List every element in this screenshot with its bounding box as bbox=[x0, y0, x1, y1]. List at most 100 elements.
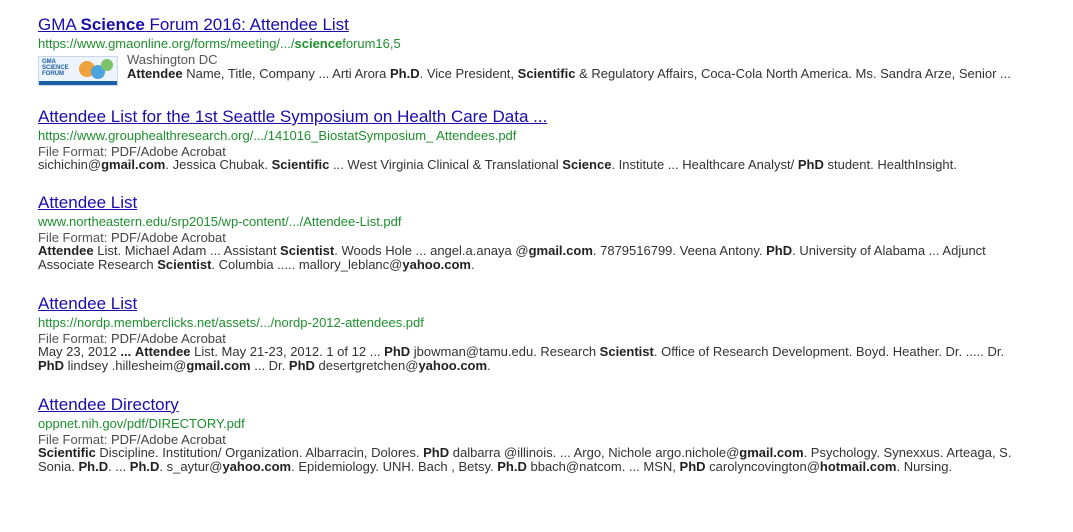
result-url-segment: www.northeastern.edu/srp2015/wp-content/… bbox=[38, 213, 402, 229]
result-url: www.northeastern.edu/srp2015/wp-content/… bbox=[38, 213, 1028, 231]
result-snippet-segment: May 23, 2012 bbox=[38, 343, 121, 359]
result-url: https://www.grouphealthresearch.org/.../… bbox=[38, 127, 1028, 145]
result-title-segment: Forum 2016: Attendee List bbox=[144, 15, 349, 34]
result-snippet-segment: Ph.D bbox=[389, 66, 420, 81]
result-snippet-segment: gmail.com bbox=[101, 157, 166, 172]
result-snippet-segment: yahoo.com bbox=[222, 459, 292, 474]
result-url-segment: forum16,5 bbox=[342, 36, 401, 51]
result-snippet: Attendee Name, Title, Company ... Arti A… bbox=[127, 66, 1011, 82]
result-snippet-segment: PhD bbox=[38, 358, 64, 373]
result-snippet-segment: Scientist bbox=[280, 242, 335, 258]
result-thumbnail-row: GMA SCIENCE FORUM Washington DC Attendee N… bbox=[38, 53, 1028, 86]
result-body: Washington DC Attendee Name, Title, Compa… bbox=[127, 53, 1011, 82]
result-url-segment: oppnet.nih.gov/pdf/DIRECTORY.pdf bbox=[38, 415, 245, 431]
result-snippet-segment: . s_aytur@ bbox=[159, 459, 223, 474]
result-snippet-segment: . 7879516799. Veena Antony. bbox=[592, 242, 767, 258]
result-snippet-segment: . Epidemiology. UNH. Bach , Betsy. bbox=[291, 459, 498, 474]
result-snippet-segment: . Vice President, bbox=[419, 66, 518, 81]
result-snippet-segment: desertgretchen@ bbox=[314, 358, 419, 373]
result-snippet-segment: hotmail.com bbox=[819, 459, 897, 474]
result-snippet-segment: . Columbia ..... mallory_leblanc@ bbox=[211, 257, 403, 272]
result-snippet-segment: sichichin@ bbox=[38, 157, 102, 172]
result-snippet-segment: ... Dr. bbox=[250, 358, 289, 373]
result-snippet-segment: gmail.com bbox=[528, 242, 593, 258]
thumbnail-graphic bbox=[39, 81, 117, 85]
result-snippet-segment: bbach@natcom. ... MSN, bbox=[526, 459, 680, 474]
result-snippet-segment: List. May 21-23, 2012. 1 of 12 ... bbox=[190, 343, 385, 359]
result-snippet-segment: jbowman@tamu.edu. Research bbox=[410, 343, 600, 359]
result-snippet-segment: Scientific bbox=[38, 444, 96, 460]
result-title-segment: Attendee List bbox=[38, 192, 138, 212]
result-snippet-segment: Scientific bbox=[517, 66, 576, 81]
search-results-list: GMA Science Forum 2016: Attendee List htt… bbox=[38, 14, 1028, 495]
result-location: Washington DC bbox=[127, 52, 218, 67]
result-url: https://nordp.memberclicks.net/assets/..… bbox=[38, 314, 1028, 332]
result-snippet-segment: PhD bbox=[288, 358, 315, 373]
result-snippet-segment: Attendee bbox=[134, 343, 191, 359]
result-snippet-segment: . Office of Research Development. Boyd. … bbox=[653, 343, 1005, 359]
result-snippet-segment: yahoo.com bbox=[402, 257, 471, 272]
search-result: Attendee List https://nordp.memberclicks.… bbox=[38, 293, 1028, 374]
result-snippet-segment: PhD bbox=[766, 242, 793, 258]
result-snippet-segment: yahoo.com bbox=[418, 358, 488, 373]
result-snippet-segment: Science bbox=[562, 157, 612, 172]
result-snippet-segment: . ... bbox=[108, 459, 130, 474]
search-result: GMA Science Forum 2016: Attendee List htt… bbox=[38, 14, 1028, 86]
result-title-segment: Attendee List bbox=[38, 293, 138, 313]
result-snippet-segment: PhD bbox=[423, 444, 450, 460]
result-snippet-segment: . Woods Hole ... angel.a.anaya @ bbox=[334, 242, 529, 258]
result-title-segment: Science bbox=[80, 15, 145, 34]
result-snippet-segment: Ph.D bbox=[78, 459, 109, 474]
result-snippet-segment: Ph.D bbox=[129, 459, 160, 474]
result-title-segment: GMA bbox=[38, 15, 81, 34]
result-snippet-segment: . Nursing. bbox=[896, 459, 953, 474]
result-url-segment: https://nordp.memberclicks.net/assets/..… bbox=[38, 314, 424, 330]
result-snippet-segment: PhD bbox=[797, 157, 824, 172]
result-thumbnail-image[interactable]: GMA SCIENCE FORUM bbox=[38, 56, 118, 86]
result-snippet-segment: lindsey .hillesheim@ bbox=[64, 358, 187, 373]
result-snippet-segment: . bbox=[487, 358, 491, 373]
result-snippet-segment: carolyncovington@ bbox=[705, 459, 820, 474]
result-snippet-segment: ... West Virginia Clinical & Translation… bbox=[329, 157, 563, 172]
result-title-link[interactable]: GMA Science Forum 2016: Attendee List bbox=[38, 14, 1028, 35]
result-snippet-segment: Ph.D bbox=[497, 459, 527, 474]
result-snippet-segment: & Regulatory Affairs, Coca-Cola North Am… bbox=[575, 66, 1011, 81]
result-snippet: Attendee List. Michael Adam ... Assistan… bbox=[38, 242, 1028, 273]
result-url-segment: science bbox=[294, 36, 343, 51]
result-url: https://www.gmaonline.org/forms/meeting/… bbox=[38, 35, 1028, 53]
result-title-link[interactable]: Attendee List bbox=[38, 293, 1028, 314]
result-snippet: sichichin@gmail.com. Jessica Chubak. Sci… bbox=[38, 157, 1028, 173]
result-snippet-segment: PhD bbox=[384, 343, 411, 359]
result-snippet-segment: Attendee bbox=[127, 66, 183, 81]
result-title-link[interactable]: Attendee Directory bbox=[38, 394, 1028, 415]
thumbnail-graphic bbox=[101, 59, 113, 71]
result-snippet-segment: dalbarra @illinois. ... Argo, Nichole ar… bbox=[449, 444, 740, 460]
result-url: oppnet.nih.gov/pdf/DIRECTORY.pdf bbox=[38, 415, 1028, 433]
thumbnail-logo-text: GMA SCIENCE FORUM bbox=[42, 59, 69, 77]
result-snippet-segment: ... bbox=[120, 343, 132, 359]
result-snippet-segment: . Institute ... Healthcare Analyst/ bbox=[611, 157, 798, 172]
result-snippet-segment: . bbox=[470, 257, 475, 272]
result-snippet-segment: gmail.com bbox=[186, 358, 251, 373]
result-snippet-segment: List. Michael Adam ... Assistant bbox=[93, 242, 281, 258]
result-snippet-segment: Discipline. Institution/ Organization. A… bbox=[95, 444, 424, 460]
result-title-link[interactable]: Attendee List for the 1st Seattle Sympos… bbox=[38, 106, 1028, 127]
result-title-segment: Attendee Directory bbox=[38, 394, 179, 414]
result-url-segment: https://www.grouphealthresearch.org/.../… bbox=[38, 128, 517, 143]
result-snippet-segment: gmail.com bbox=[739, 444, 804, 460]
result-snippet-segment: Scientist bbox=[599, 343, 654, 359]
result-snippet-segment: PhD bbox=[679, 459, 706, 474]
result-snippet-segment: Scientific bbox=[271, 157, 330, 172]
result-snippet-segment: . Jessica Chubak. bbox=[165, 157, 272, 172]
search-result: Attendee Directory oppnet.nih.gov/pdf/DIR… bbox=[38, 394, 1028, 475]
result-snippet: May 23, 2012 ... Attendee List. May 21-2… bbox=[38, 343, 1028, 374]
search-result: Attendee List www.northeastern.edu/srp201… bbox=[38, 192, 1028, 273]
search-result: Attendee List for the 1st Seattle Sympos… bbox=[38, 106, 1028, 173]
result-url-segment: https://www.gmaonline.org/forms/meeting/… bbox=[38, 36, 295, 51]
result-snippet-segment: Scientist bbox=[157, 257, 212, 272]
result-snippet-segment: student. HealthInsight. bbox=[823, 157, 957, 172]
result-snippet: Scientific Discipline. Institution/ Orga… bbox=[38, 444, 1028, 475]
result-title-segment: Attendee List for the 1st Seattle Sympos… bbox=[38, 107, 548, 126]
result-title-link[interactable]: Attendee List bbox=[38, 192, 1028, 213]
result-snippet-segment: Name, Title, Company ... Arti Arora bbox=[182, 66, 390, 81]
